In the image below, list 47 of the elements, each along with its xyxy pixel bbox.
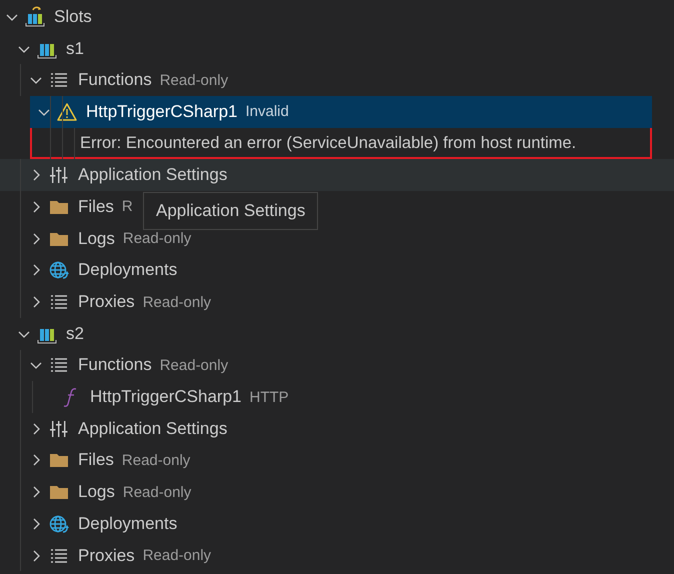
tree-item[interactable]: HttpTriggerCSharp1 Invalid [30, 96, 652, 128]
item-label: Slots [54, 6, 92, 27]
tree-item[interactable]: HttpTriggerCSharp1 HTTP [0, 381, 674, 413]
item-label: Deployments [78, 514, 178, 534]
warning-icon [56, 100, 78, 123]
item-label: HttpTriggerCSharp1 [86, 102, 238, 122]
tree-item[interactable]: s1 [0, 32, 674, 64]
error-message: Error: Encountered an error (ServiceUnavailable) from host runtime. [80, 134, 576, 154]
item-label: Files [78, 196, 114, 217]
item-description: Read-only [122, 230, 192, 248]
slots-icon [24, 6, 46, 28]
tree-item[interactable]: s2 [0, 318, 674, 350]
tree-item[interactable]: Functions Read-only [0, 64, 674, 96]
globe-icon [48, 259, 70, 282]
item-description: Read-only [122, 452, 190, 469]
item-description: HTTP [250, 388, 289, 406]
item-label: Application Settings [78, 165, 228, 186]
item-label: Logs [78, 482, 115, 502]
item-description: R [122, 198, 133, 216]
item-description: Read-only [160, 72, 228, 89]
tree-item[interactable]: Error: Encountered an error (ServiceUnavailable) from host runtime. [30, 128, 652, 160]
item-label: Proxies [78, 546, 135, 566]
item-description: Invalid [246, 103, 289, 120]
tree-item[interactable]: Proxies Read-only [0, 286, 674, 318]
tree-item[interactable]: Deployments [0, 254, 674, 286]
tooltip: Application Settings [143, 192, 318, 230]
item-label: s1 [66, 38, 84, 59]
item-label: s2 [66, 324, 84, 344]
tree-item[interactable]: Functions Read-only [0, 350, 674, 382]
item-label: Proxies [78, 292, 135, 312]
item-description: Read-only [160, 356, 228, 374]
tree-item[interactable]: Deployments [0, 508, 674, 540]
tree-item[interactable]: Slots [0, 1, 674, 33]
item-label: Files [78, 450, 114, 470]
item-description: Read-only [122, 484, 192, 501]
item-label: Deployments [78, 260, 178, 280]
item-description: Read-only [142, 547, 212, 564]
tree-item[interactable]: Proxies Read-only [0, 540, 674, 572]
item-label: HttpTriggerCSharp1 [90, 387, 242, 408]
item-label: Functions [78, 70, 152, 90]
item-description: Read-only [142, 294, 212, 311]
tree-item[interactable]: Logs Read-only [0, 476, 674, 508]
tree-item[interactable]: Application Settings [0, 412, 674, 445]
item-label: Logs [78, 228, 115, 249]
item-label: Functions [78, 355, 152, 376]
item-label: Application Settings [78, 418, 228, 439]
tree-item[interactable]: Files Read-only [0, 444, 674, 476]
